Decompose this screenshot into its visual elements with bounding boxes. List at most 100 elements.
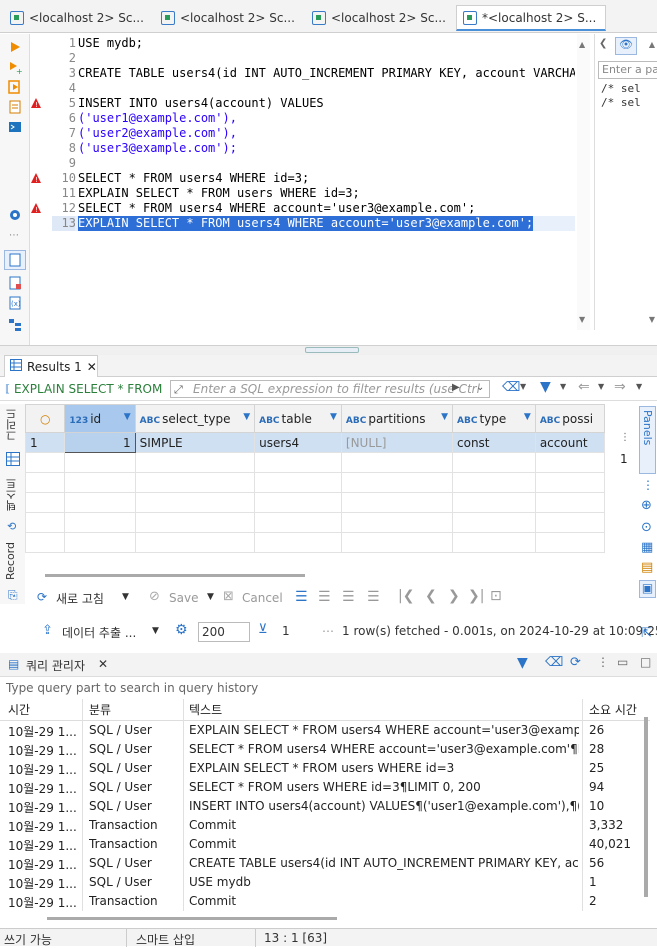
filter-query-label[interactable]: ⟦ EXPLAIN SELECT * FROM	[5, 380, 165, 398]
fetch-all-icon[interactable]: ⊡	[490, 588, 502, 604]
value-viewer-icon[interactable]: ⊕	[641, 498, 652, 513]
table-row[interactable]: 10월-29 1... Transaction Commit 3,332	[0, 816, 650, 835]
panel-toggle-icon[interactable]: ⇱	[641, 626, 652, 641]
query-filter-input[interactable]: Enter a par	[598, 61, 657, 79]
splitter-handle[interactable]	[305, 347, 359, 353]
query-manager-title[interactable]: 쿼리 관리자	[26, 657, 85, 674]
sql-editor[interactable]: USE mydb; CREATE TABLE users4(id INT AUT…	[75, 34, 575, 330]
table-row[interactable]: 10월-29 1... Transaction Commit 40,021	[0, 835, 650, 854]
grouping-icon[interactable]: ▦	[641, 540, 653, 555]
eraser-icon[interactable]: ⌫	[502, 380, 520, 395]
fetch-size-input[interactable]: 200	[198, 622, 250, 642]
first-page-icon[interactable]: |❮	[398, 588, 414, 604]
text-view-icon[interactable]: ⟲	[7, 520, 16, 533]
sort-icon[interactable]: ▼	[243, 412, 250, 422]
table-row[interactable]: 10월-29 1... SQL / User USE mydb 1	[0, 873, 650, 892]
record-icon[interactable]: ⎘	[8, 588, 18, 603]
record-view-tab[interactable]: Record	[4, 542, 22, 580]
table-row[interactable]: 10월-29 1... SQL / User CREATE TABLE users4…	[0, 854, 650, 873]
results-tab[interactable]: Results 1 ✕	[4, 355, 98, 377]
panels-tab[interactable]: Panels	[639, 406, 656, 474]
sort-icon[interactable]: ▼	[441, 412, 448, 422]
expand-icon[interactable]: ⤢	[174, 383, 183, 397]
cancel-button[interactable]: Cancel	[242, 591, 283, 605]
last-page-icon[interactable]: ❯|	[468, 588, 484, 604]
column-header-possible-keys[interactable]: ABC possi	[534, 404, 605, 433]
table-row[interactable]: 10월-29 1... SQL / User SELECT * FROM users…	[0, 778, 650, 797]
variables-icon[interactable]: (x)	[8, 296, 22, 310]
filter-funnel-icon[interactable]: ▼	[540, 379, 551, 395]
row-header-corner[interactable]: ○	[25, 404, 66, 433]
column-header[interactable]: 텍스트	[189, 701, 222, 718]
execute-new-tab-icon[interactable]: +	[8, 60, 23, 76]
cell[interactable]: users4	[254, 432, 342, 453]
delete-row-icon[interactable]: ☰	[367, 589, 380, 605]
outline-icon[interactable]	[8, 318, 22, 332]
history-play-icon[interactable]: ▶	[452, 382, 460, 393]
editor-tab-2[interactable]: <localhost 2> Sc...	[155, 5, 305, 31]
text-view-tab[interactable]: 텍스트	[4, 478, 22, 511]
sort-icon[interactable]: ▼	[524, 412, 531, 422]
column-header-id[interactable]: 123 id ▼	[64, 404, 136, 433]
editor-tab-4-active[interactable]: *<localhost 2> S... ✕	[456, 5, 606, 31]
close-icon[interactable]: ✕	[605, 10, 606, 25]
refresh-icon[interactable]: ⟳	[570, 655, 581, 670]
close-icon[interactable]: ✕	[87, 360, 97, 374]
scroll-up-icon[interactable]: ▲	[649, 40, 655, 49]
cell[interactable]: [NULL]	[340, 432, 454, 453]
column-header[interactable]: 시간	[8, 701, 30, 718]
table-row[interactable]: 10월-29 1... SQL / User EXPLAIN SELECT * FR…	[0, 759, 650, 778]
eye-icon[interactable]: 👁	[615, 37, 637, 55]
maximize-icon[interactable]: □	[640, 655, 651, 669]
edit-row-icon[interactable]: ☰	[295, 589, 308, 605]
grid-view-tab[interactable]: 그리드	[4, 408, 22, 441]
dropdown-arrow-icon[interactable]: ▼	[598, 382, 604, 391]
results-panel-icon[interactable]	[8, 276, 22, 290]
dropdown-arrow-icon[interactable]: ⌄	[476, 382, 484, 393]
table-row[interactable]: 10월-29 1... SQL / User EXPLAIN SELECT * FR…	[0, 721, 650, 740]
query-outline-item[interactable]: /* sel	[601, 96, 641, 109]
dropdown-arrow-icon[interactable]: ▼	[122, 592, 129, 602]
query-history-search-input[interactable]: Type query part to search in query histo…	[0, 678, 657, 698]
horizontal-scrollbar-thumb[interactable]	[45, 574, 305, 577]
minimize-icon[interactable]: ▭	[617, 655, 628, 669]
table-row[interactable]: 10월-29 1... SQL / User INSERT INTO users4(…	[0, 797, 650, 816]
dots-icon[interactable]: ⋮	[642, 478, 654, 492]
column-header-table[interactable]: ABC table ▼	[254, 404, 342, 433]
table-row[interactable]: 1 1 SIMPLE users4 [NULL] const account	[25, 432, 605, 453]
filter-expression-input[interactable]: Enter a SQL expression to filter results…	[170, 380, 490, 398]
row-number[interactable]: 1	[25, 432, 66, 453]
more-icon[interactable]: ⋯	[322, 624, 334, 638]
dropdown-arrow-icon[interactable]: ▼	[560, 382, 566, 391]
back-arrow-icon[interactable]: ⇐	[578, 379, 590, 395]
dropdown-arrow-icon[interactable]: ▼	[152, 626, 159, 636]
editor-scrollbar[interactable]: ▲ ▼	[577, 34, 590, 330]
export-button[interactable]: 데이터 추출 ...	[62, 624, 136, 641]
clear-icon[interactable]: ⌫	[545, 655, 563, 670]
cell[interactable]: account	[534, 432, 605, 453]
sort-icon[interactable]: ▼	[330, 412, 337, 422]
close-icon[interactable]: ✕	[153, 11, 154, 26]
column-header-select-type[interactable]: ABC select_type ▼	[134, 404, 256, 433]
more-icon[interactable]: ⋮	[620, 432, 630, 443]
calc-icon[interactable]: ▤	[641, 560, 653, 575]
export-icon[interactable]: ⇪	[42, 623, 53, 638]
sql-editor-panel-icon[interactable]	[4, 250, 26, 270]
cell[interactable]: const	[452, 432, 536, 453]
grid-view-icon[interactable]	[6, 452, 20, 469]
execute-statement-icon[interactable]	[8, 40, 22, 54]
cell[interactable]: SIMPLE	[134, 432, 256, 453]
dropdown-arrow-icon[interactable]: ▼	[520, 382, 526, 391]
editor-tab-1[interactable]: <localhost 2> Sc... ✕	[4, 5, 154, 31]
column-header[interactable]: 소요 시간	[589, 701, 637, 718]
vertical-scrollbar[interactable]	[644, 717, 648, 897]
refresh-icon[interactable]: ⟳	[37, 590, 47, 604]
dropdown-arrow-icon[interactable]: ▼	[207, 592, 214, 602]
settings-gear-icon[interactable]: ⚙	[175, 622, 188, 638]
chevron-left-icon[interactable]: ❮	[599, 38, 613, 49]
column-header-type[interactable]: ABC type ▼	[452, 404, 536, 433]
metadata-icon[interactable]: ⊙	[641, 520, 652, 535]
save-button[interactable]: Save	[169, 591, 198, 605]
prev-page-icon[interactable]: ❮	[425, 588, 437, 604]
explain-plan-icon[interactable]	[8, 100, 22, 114]
